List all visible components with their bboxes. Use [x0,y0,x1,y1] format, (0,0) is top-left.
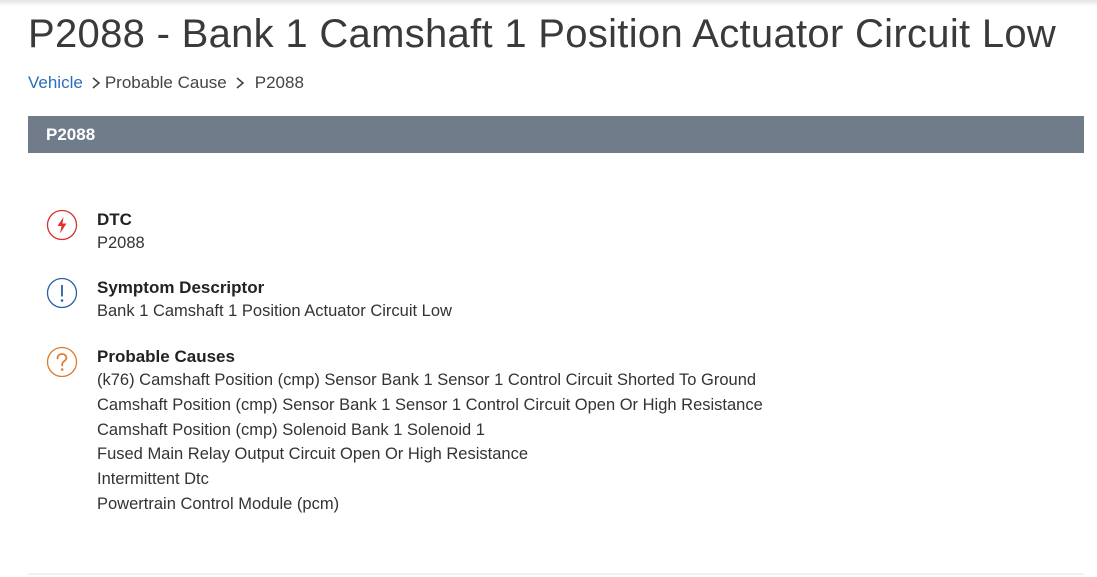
symptom-value: Bank 1 Camshaft 1 Position Actuator Circ… [97,302,452,320]
causes-label: Probable Causes [97,347,235,366]
breadcrumb-vehicle-link[interactable]: Vehicle [28,73,83,93]
breadcrumb: Vehicle Probable Cause P2088 [28,73,304,93]
page-title: P2088 - Bank 1 Camshaft 1 Position Actua… [28,12,1057,56]
cause-item: (k76) Camshaft Position (cmp) Sensor Ban… [97,371,757,389]
causes-list: (k76) Camshaft Position (cmp) Sensor Ban… [97,368,763,517]
causes-row: Probable Causes (k76) Camshaft Position … [46,346,763,517]
question-icon [46,346,78,378]
breadcrumb-probable-cause[interactable]: Probable Cause [105,73,227,93]
cause-item: Intermittent Dtc [97,470,209,489]
chevron-right-icon [92,77,101,89]
chevron-right-icon [236,77,244,89]
dtc-value: P2088 [97,234,145,252]
section-header: P2088 [28,116,1084,153]
lightning-icon [46,209,78,241]
cause-item: Fused Main Relay Output Circuit Open Or … [97,445,529,464]
symptom-row: Symptom Descriptor Bank 1 Camshaft 1 Pos… [46,277,452,324]
bottom-divider [28,573,1084,575]
symptom-label: Symptom Descriptor [97,278,265,297]
cause-item: Camshaft Position (cmp) Solenoid Bank 1 … [97,420,485,439]
breadcrumb-current: P2088 [254,73,304,92]
cause-item: Camshaft Position (cmp) Sensor Bank 1 Se… [97,395,763,414]
dtc-label: DTC [97,210,132,229]
dtc-row: DTC P2088 [46,209,145,256]
exclamation-icon [46,277,78,309]
cause-item: Powertrain Control Module (pcm) [97,494,340,513]
top-shadow [0,0,1097,6]
